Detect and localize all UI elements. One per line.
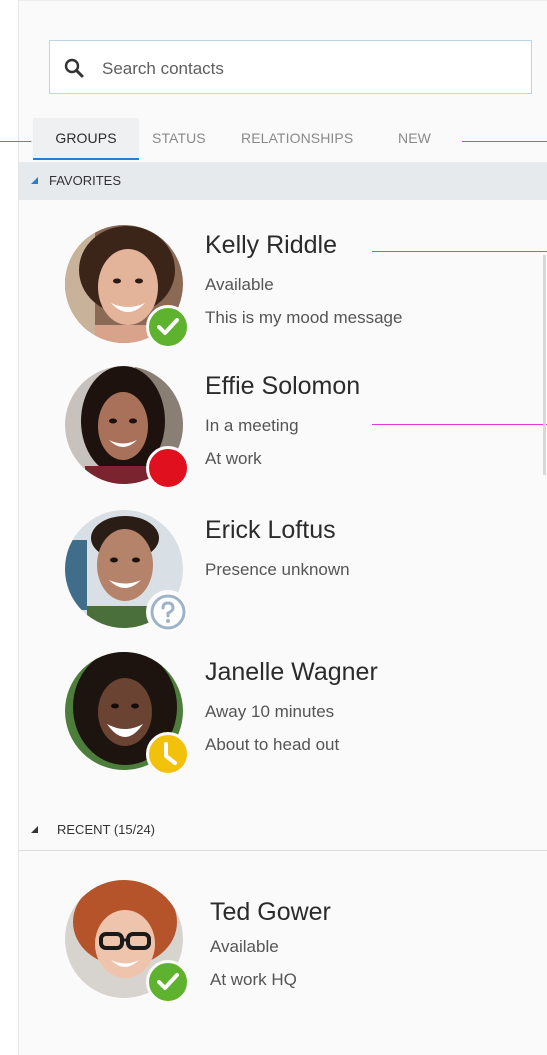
contact-status: Available (210, 937, 279, 956)
available-icon (146, 960, 190, 1004)
contact-note: This is my mood message (205, 308, 403, 327)
group-label: FAVORITES (49, 173, 121, 188)
search-input[interactable] (100, 53, 504, 85)
group-header-favorites[interactable]: FAVORITES (19, 162, 547, 200)
avatar (65, 652, 190, 776)
search-box[interactable] (49, 40, 532, 94)
callout-line-tabs-right (462, 141, 547, 142)
tab-new[interactable]: NEW (398, 118, 431, 160)
contact-status: Presence unknown (205, 560, 350, 579)
avatar (65, 366, 190, 490)
tab-status[interactable]: STATUS (152, 118, 206, 160)
busy-icon (146, 446, 190, 490)
tab-groups[interactable]: GROUPS (33, 118, 139, 160)
unknown-icon (146, 590, 190, 634)
contact-item[interactable]: Effie Solomon In a meeting At work (19, 366, 547, 506)
expand-triangle-icon (31, 826, 38, 833)
contact-item[interactable]: Ted Gower Available At work HQ (19, 880, 547, 1020)
contact-name: Kelly Riddle (205, 231, 338, 259)
contact-status: Available (205, 275, 274, 294)
contact-status: Away 10 minutes (205, 702, 335, 721)
group-label: RECENT (15/24) (57, 822, 156, 837)
contact-name: Erick Loftus (205, 516, 336, 544)
avatar (65, 880, 190, 1004)
group-header-recent[interactable]: RECENT (15/24) (19, 811, 547, 851)
expand-triangle-icon (31, 177, 38, 184)
contact-name: Effie Solomon (205, 372, 361, 400)
search-icon (64, 58, 84, 78)
callout-line-tabs-left (0, 141, 31, 142)
avatar (65, 510, 190, 634)
contact-note: About to head out (205, 735, 340, 754)
available-icon (146, 305, 190, 349)
contact-item[interactable]: Janelle Wagner Away 10 minutes About to … (19, 652, 547, 792)
tab-relationships[interactable]: RELATIONSHIPS (241, 118, 353, 160)
contact-note: At work (205, 449, 262, 468)
contact-status: In a meeting (205, 416, 299, 435)
contact-item[interactable]: Erick Loftus Presence unknown (19, 510, 547, 650)
contact-name: Janelle Wagner (205, 658, 378, 686)
avatar (65, 225, 190, 349)
contact-note: At work HQ (210, 970, 297, 989)
contact-name: Ted Gower (210, 898, 331, 926)
contact-item[interactable]: Kelly Riddle Available This is my mood m… (19, 225, 547, 365)
away-icon (146, 732, 190, 776)
